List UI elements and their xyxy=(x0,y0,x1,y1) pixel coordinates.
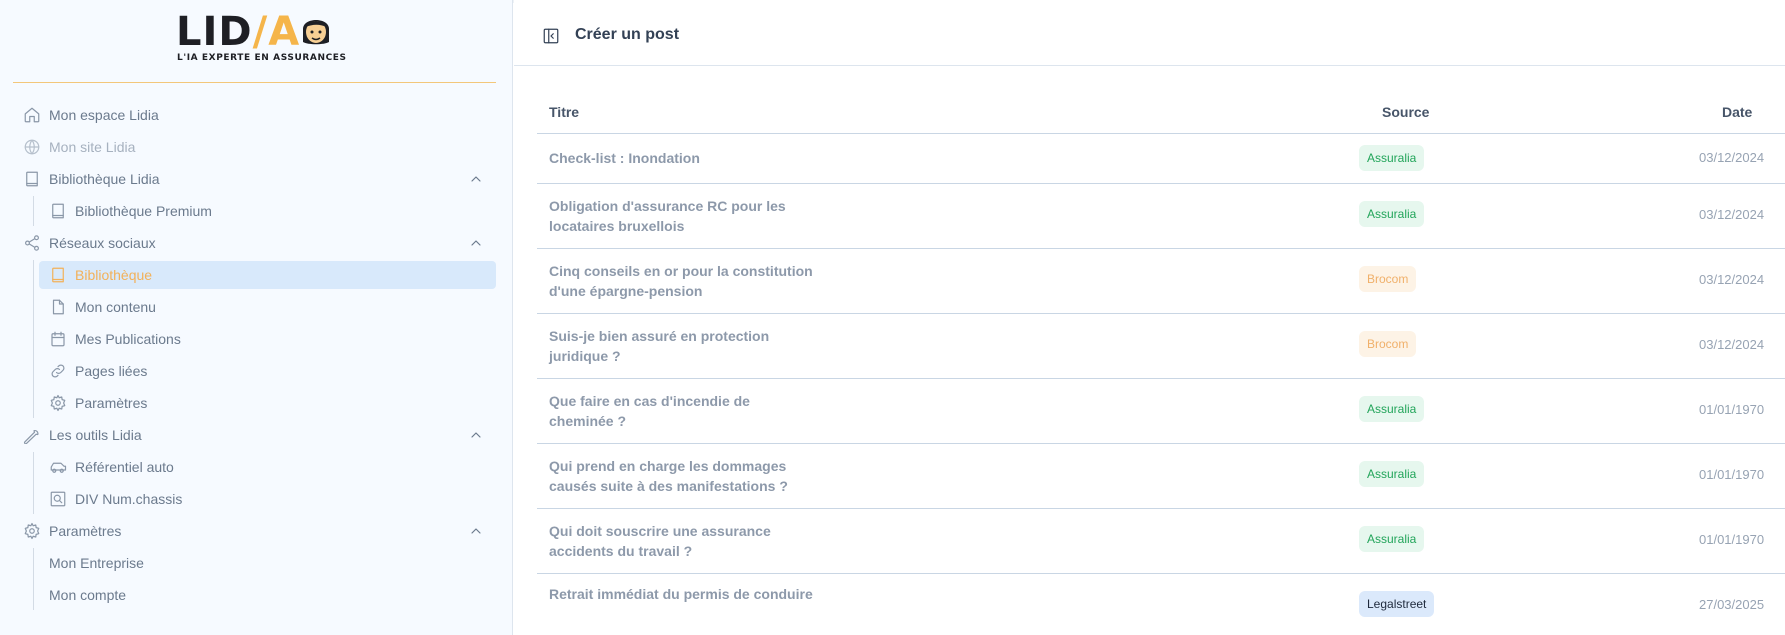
logo-tagline: L'IA EXPERTE EN ASSURANCES xyxy=(177,53,347,63)
home-icon xyxy=(23,106,41,124)
row-title[interactable]: Que faire en cas d'incendie de cheminée … xyxy=(549,391,814,431)
sidebar-item-bibliotheque-premium[interactable]: Bibliothèque Premium xyxy=(49,197,212,225)
sidebar-item-label: Les outils Lidia xyxy=(49,427,142,443)
sidebar-item-referentiel-auto[interactable]: Référentiel auto xyxy=(49,453,174,481)
gear-icon xyxy=(49,394,67,412)
sidebar: LID/A L'IA EXPERTE EN ASSURANCES Mon esp… xyxy=(0,0,513,635)
row-date: 03/12/2024 xyxy=(1699,337,1765,352)
sidebar-item-label: Pages liées xyxy=(75,363,148,379)
row-date: 27/03/2025 xyxy=(1699,597,1765,612)
sidebar-item-label: Référentiel auto xyxy=(75,459,174,475)
sidebar-item-mon-compte[interactable]: Mon compte xyxy=(49,581,126,609)
calendar-icon xyxy=(49,330,67,348)
sidebar-item-label: Bibliothèque xyxy=(75,267,153,283)
row-date: 01/01/1970 xyxy=(1699,532,1765,547)
sidebar-item-label: Mes Publications xyxy=(75,331,181,347)
wrench-icon xyxy=(23,426,41,444)
source-badge: Assuralia xyxy=(1359,526,1425,552)
share-icon xyxy=(23,234,41,252)
table-row[interactable]: Qui prend en charge les dommages causés … xyxy=(537,444,1785,509)
chevron-up-icon[interactable] xyxy=(468,427,484,443)
row-title[interactable]: Retrait immédiat du permis de conduire xyxy=(549,584,814,604)
book-icon xyxy=(49,266,67,284)
row-title[interactable]: Qui doit souscrire une assurance acciden… xyxy=(549,521,814,561)
source-badge: Legalstreet xyxy=(1359,591,1435,617)
tree-line-outils-lidia xyxy=(33,452,34,514)
car-icon xyxy=(49,458,67,476)
sidebar-item-label: Réseaux sociaux xyxy=(49,235,156,251)
table-row[interactable]: Retrait immédiat du permis de conduire xyxy=(537,574,1785,635)
row-title[interactable]: Obligation d'assurance RC pour les locat… xyxy=(549,196,814,236)
sidebar-item-label: Mon compte xyxy=(49,587,127,603)
row-title[interactable]: Suis-je bien assuré en protection juridi… xyxy=(549,326,814,366)
book-icon xyxy=(49,202,67,220)
sidebar-item-label: Bibliothèque Lidia xyxy=(49,171,160,187)
sidebar-item-label: Mon site Lidia xyxy=(49,139,136,155)
table-header: Titre Source Date xyxy=(537,92,1785,134)
row-date: 01/01/1970 xyxy=(1699,402,1765,417)
table-row[interactable]: Suis-je bien assuré en protection juridi… xyxy=(537,314,1785,379)
row-date: 03/12/2024 xyxy=(1699,207,1765,222)
sidebar-item-les-outils-lidia[interactable]: Les outils Lidia xyxy=(23,421,142,449)
page-header: Créer un post xyxy=(514,3,1785,66)
sidebar-divider xyxy=(13,82,496,83)
source-badge: Brocom xyxy=(1359,331,1417,357)
link-icon xyxy=(49,362,67,380)
source-badge: Assuralia xyxy=(1359,461,1425,487)
search-box-icon xyxy=(49,490,67,508)
sidebar-item-bibliotheque-lidia[interactable]: Bibliothèque Lidia xyxy=(23,165,160,193)
table-row[interactable]: Que faire en cas d'incendie de cheminée … xyxy=(537,379,1785,444)
row-title[interactable]: Check-list : Inondation xyxy=(549,148,814,168)
chevron-up-icon[interactable] xyxy=(468,235,484,251)
tree-line-bibliotheque-lidia xyxy=(33,196,34,226)
logo-wordmark: LID/A xyxy=(176,9,301,55)
sidebar-item-label: Paramètres xyxy=(49,523,122,539)
tree-line-parametres xyxy=(33,548,34,610)
chevron-up-icon[interactable] xyxy=(468,171,484,187)
sidebar-item-label: DIV Num.chassis xyxy=(75,491,183,507)
table-row[interactable]: Qui doit souscrire une assurance acciden… xyxy=(537,509,1785,574)
logo-mascot-icon xyxy=(303,20,329,45)
lidia-logo[interactable]: LID/A L'IA EXPERTE EN ASSURANCES xyxy=(176,9,346,68)
book-icon xyxy=(23,170,41,188)
globe-icon xyxy=(23,138,41,156)
sidebar-item-label: Mon Entreprise xyxy=(49,555,144,571)
table-row[interactable]: Obligation d'assurance RC pour les locat… xyxy=(537,184,1785,249)
column-header-titre[interactable]: Titre xyxy=(549,104,579,120)
file-icon xyxy=(49,298,67,316)
source-badge: Assuralia xyxy=(1359,201,1425,227)
column-header-source[interactable]: Source xyxy=(1382,104,1429,120)
tree-line-reseaux-sociaux xyxy=(33,260,34,418)
row-title[interactable]: Cinq conseils en or pour la constitution… xyxy=(549,261,814,301)
source-badge: Assuralia xyxy=(1359,396,1425,422)
page-title: Créer un post xyxy=(575,26,680,43)
sidebar-item-div-num-chassis[interactable]: DIV Num.chassis xyxy=(49,485,182,513)
row-date: 01/01/1970 xyxy=(1699,467,1765,482)
table-row[interactable]: Check-list : Inondation xyxy=(537,135,1785,184)
sidebar-item-reseaux-sociaux[interactable]: Réseaux sociaux xyxy=(23,229,156,257)
chevron-up-icon[interactable] xyxy=(468,523,484,539)
row-date: 03/12/2024 xyxy=(1699,150,1765,165)
row-title[interactable]: Qui prend en charge les dommages causés … xyxy=(549,456,814,496)
table-row[interactable]: Cinq conseils en or pour la constitution… xyxy=(537,249,1785,314)
sidebar-collapse-icon[interactable] xyxy=(542,27,560,45)
sidebar-item-label: Bibliothèque Premium xyxy=(75,203,212,219)
sidebar-item-bibliotheque[interactable]: Bibliothèque xyxy=(39,261,496,289)
sidebar-item-pages-liees[interactable]: Pages liées xyxy=(49,357,147,385)
gear-icon xyxy=(23,522,41,540)
sidebar-item-mon-entreprise[interactable]: Mon Entreprise xyxy=(49,549,144,577)
row-date: 03/12/2024 xyxy=(1699,272,1765,287)
column-header-date[interactable]: Date xyxy=(1722,104,1752,120)
sidebar-item-parametres[interactable]: Paramètres xyxy=(23,517,121,545)
sidebar-item-label: Mon espace Lidia xyxy=(49,107,159,123)
sidebar-item-mon-contenu[interactable]: Mon contenu xyxy=(49,293,156,321)
sidebar-item-label: Paramètres xyxy=(75,395,148,411)
sidebar-item-mon-espace-lidia[interactable]: Mon espace Lidia xyxy=(23,101,159,129)
sidebar-item-label: Mon contenu xyxy=(75,299,156,315)
sidebar-item-mon-site-lidia[interactable]: Mon site Lidia xyxy=(23,133,135,161)
source-badge: Assuralia xyxy=(1359,145,1425,171)
sidebar-item-mes-publications[interactable]: Mes Publications xyxy=(49,325,181,353)
sidebar-item-parametres-reseaux[interactable]: Paramètres xyxy=(49,389,147,417)
source-badge: Brocom xyxy=(1359,266,1417,292)
